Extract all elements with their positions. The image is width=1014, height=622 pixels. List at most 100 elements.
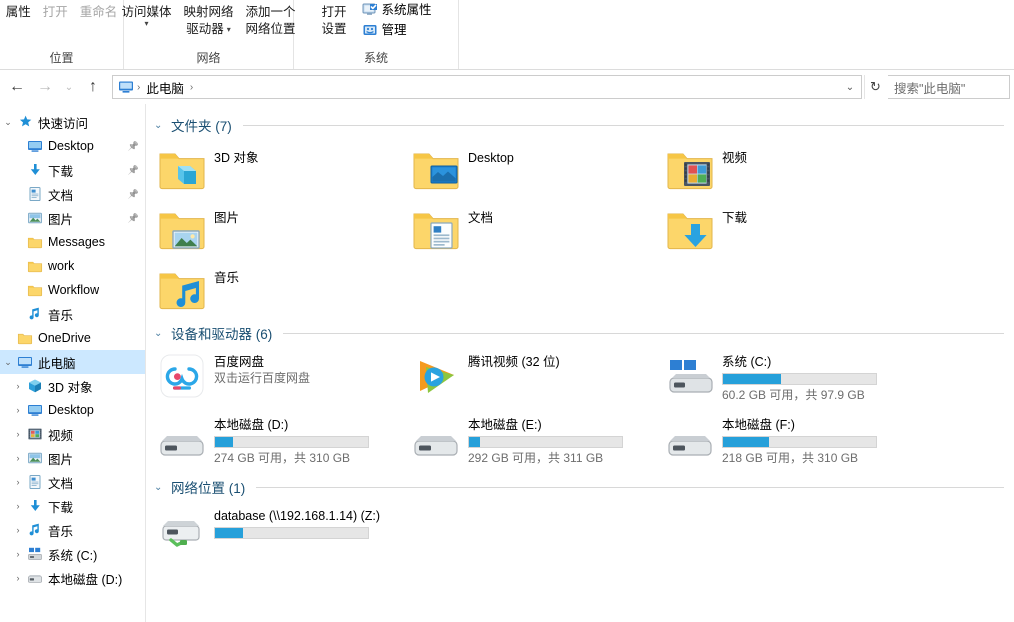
nav-item-label: Desktop bbox=[48, 139, 94, 153]
videos-icon bbox=[26, 426, 44, 442]
chevron-right-icon[interactable]: › bbox=[10, 525, 26, 535]
nav-item-i8[interactable]: 音乐 bbox=[0, 302, 145, 326]
chevron-down-icon[interactable]: ⌄ bbox=[154, 328, 166, 339]
nav-item-i3[interactable]: 文档 📌 bbox=[0, 182, 145, 206]
nav-item-label: 此电脑 bbox=[38, 356, 76, 371]
chevron-down-icon[interactable]: ⌄ bbox=[154, 482, 166, 493]
up-button[interactable]: ↑ bbox=[80, 74, 106, 100]
ribbon-button-system-properties[interactable]: 系统属性 bbox=[358, 0, 436, 20]
nav-item-work[interactable]: work bbox=[0, 254, 145, 278]
nav-item-workflow[interactable]: Workflow bbox=[0, 278, 145, 302]
file-explorer-window: 属性 打开 重命名 位置 访问媒体 ▾ 映射网络 驱动器 ▾ 添加一个 网络位置… bbox=[0, 0, 1014, 622]
drive-tile[interactable]: 本地磁盘 (F:) 218 GB 可用，共 310 GB bbox=[662, 409, 916, 472]
tile-subtext: 60.2 GB 可用，共 97.9 GB bbox=[722, 388, 865, 402]
tencent-video-icon bbox=[412, 352, 460, 400]
this-pc-icon bbox=[16, 354, 34, 370]
tile-body: 下载 bbox=[722, 204, 912, 226]
nav-item-3d[interactable]: › 3D 对象 bbox=[0, 374, 145, 398]
nav-item-i16[interactable]: › 下载 bbox=[0, 494, 145, 518]
chevron-right-icon[interactable]: › bbox=[10, 381, 26, 391]
search-input[interactable]: 搜索"此电脑" bbox=[888, 75, 1010, 99]
nav-item-messages[interactable]: Messages bbox=[0, 230, 145, 254]
nav-item-c[interactable]: › 系统 (C:) bbox=[0, 542, 145, 566]
folder-tile[interactable]: 图片 bbox=[154, 198, 408, 258]
breadcrumb-item-this-pc[interactable]: 此电脑 bbox=[142, 76, 188, 99]
folder-tile[interactable]: Desktop bbox=[408, 138, 662, 198]
nav-item-i10[interactable]: ⌄ 此电脑 bbox=[0, 350, 145, 374]
music-icon bbox=[26, 522, 44, 538]
chevron-down-icon[interactable]: ⌄ bbox=[154, 120, 166, 131]
group-header-devices-and-drives[interactable]: ⌄ 设备和驱动器 (6) bbox=[154, 322, 1014, 344]
group-title: 设备和驱动器 (6) bbox=[171, 327, 273, 342]
pictures-icon bbox=[26, 210, 44, 226]
recent-locations-button[interactable]: ⌄ bbox=[60, 74, 78, 100]
breadcrumb-separator[interactable]: › bbox=[188, 82, 195, 93]
this-pc-icon bbox=[117, 79, 135, 95]
nav-item-i14[interactable]: › 图片 bbox=[0, 446, 145, 470]
nav-item-label: 本地磁盘 (D:) bbox=[48, 572, 123, 587]
nav-item-desktop[interactable]: › Desktop bbox=[0, 398, 145, 422]
chevron-down-icon[interactable]: ⌄ bbox=[0, 357, 16, 368]
drive-tile[interactable]: database (\\192.168.1.14) (Z:) bbox=[154, 500, 408, 560]
pin-icon[interactable]: 📌 bbox=[128, 213, 139, 224]
folder-music-icon bbox=[158, 264, 206, 312]
folder-tile[interactable]: 视频 bbox=[662, 138, 916, 198]
nav-item-i17[interactable]: › 音乐 bbox=[0, 518, 145, 542]
nav-item-label: Messages bbox=[48, 235, 105, 249]
chevron-right-icon[interactable]: › bbox=[10, 573, 26, 583]
chevron-right-icon[interactable]: › bbox=[10, 453, 26, 463]
group-header-network-locations[interactable]: ⌄ 网络位置 (1) bbox=[154, 476, 1014, 498]
pin-icon[interactable]: 📌 bbox=[128, 189, 139, 200]
navigation-pane[interactable]: ⌄ 快速访问 Desktop 📌 下载 📌 文档 📌 图片 📌 Messages work Workfl… bbox=[0, 104, 146, 622]
drive-tile[interactable]: 系统 (C:) 60.2 GB 可用，共 97.9 GB bbox=[662, 346, 916, 409]
folder-tile[interactable]: 音乐 bbox=[154, 258, 408, 318]
folder-tile[interactable]: 3D 对象 bbox=[154, 138, 408, 198]
chevron-right-icon[interactable]: › bbox=[10, 405, 26, 415]
ribbon-button-add-network-location[interactable]: 添加一个 网络位置 bbox=[241, 2, 301, 40]
chevron-right-icon[interactable]: › bbox=[10, 429, 26, 439]
chevron-right-icon[interactable]: › bbox=[10, 549, 26, 559]
ribbon-button-open-settings[interactable]: 打开 设置 bbox=[316, 0, 351, 40]
nav-item-i13[interactable]: › 视频 bbox=[0, 422, 145, 446]
address-dropdown-button[interactable]: ⌄ bbox=[841, 82, 859, 93]
ribbon-button-map-network-drive[interactable]: 映射网络 驱动器 ▾ bbox=[179, 2, 239, 40]
group-rule bbox=[283, 332, 1004, 334]
content-view[interactable]: ⌄ 文件夹 (7) 3D 对象 Desktop 视频 图片 文档 下载 音乐 ⌄ 设备… bbox=[146, 104, 1014, 622]
app-tile[interactable]: 百度网盘 双击运行百度网盘 bbox=[154, 346, 408, 409]
downloads-icon bbox=[26, 498, 44, 514]
chevron-right-icon[interactable]: › bbox=[10, 477, 26, 487]
drive-tile[interactable]: 本地磁盘 (D:) 274 GB 可用，共 310 GB bbox=[154, 409, 408, 472]
back-button[interactable]: ← bbox=[4, 74, 30, 100]
app-tile[interactable]: 腾讯视频 (32 位) bbox=[408, 346, 662, 409]
ribbon-button-properties[interactable]: 属性 bbox=[1, 2, 36, 23]
tile-name: 系统 (C:) bbox=[722, 355, 772, 369]
ribbon-button-access-media[interactable]: 访问媒体 ▾ bbox=[116, 2, 176, 29]
nav-item-desktop[interactable]: Desktop 📌 bbox=[0, 134, 145, 158]
address-field[interactable]: › 此电脑 › ⌄ bbox=[112, 75, 862, 99]
ribbon-button-rename[interactable]: 重命名 bbox=[75, 2, 123, 23]
nav-item-i4[interactable]: 图片 📌 bbox=[0, 206, 145, 230]
nav-item-d[interactable]: › 本地磁盘 (D:) bbox=[0, 566, 145, 590]
ribbon-group-network-label: 网络 bbox=[196, 51, 221, 65]
drive-tile[interactable]: 本地磁盘 (E:) 292 GB 可用，共 311 GB bbox=[408, 409, 662, 472]
baidu-netdisk-icon bbox=[158, 352, 206, 400]
nav-item-i15[interactable]: › 文档 bbox=[0, 470, 145, 494]
folder-tile[interactable]: 文档 bbox=[408, 198, 662, 258]
group-header-folders[interactable]: ⌄ 文件夹 (7) bbox=[154, 114, 1014, 136]
ribbon-button-manage[interactable]: 管理 bbox=[358, 20, 436, 40]
chevron-down-icon[interactable]: ⌄ bbox=[0, 117, 16, 128]
nav-item-i2[interactable]: 下载 📌 bbox=[0, 158, 145, 182]
forward-button[interactable]: → bbox=[32, 74, 58, 100]
nav-item-onedrive[interactable]: OneDrive bbox=[0, 326, 145, 350]
pin-icon[interactable]: 📌 bbox=[128, 165, 139, 176]
tile-grid-devices-and-drives: 百度网盘 双击运行百度网盘 腾讯视频 (32 位) 系统 (C:) 60.2 GB … bbox=[154, 346, 1014, 472]
folder-pictures-icon bbox=[158, 204, 206, 252]
folder-tile[interactable]: 下载 bbox=[662, 198, 916, 258]
pin-icon[interactable]: 📌 bbox=[128, 141, 139, 152]
chevron-right-icon[interactable]: › bbox=[10, 501, 26, 511]
tile-name: 本地磁盘 (E:) bbox=[468, 418, 542, 432]
breadcrumb-separator: › bbox=[137, 81, 141, 93]
nav-item-i0[interactable]: ⌄ 快速访问 bbox=[0, 110, 145, 134]
refresh-button[interactable]: ↻ bbox=[864, 75, 886, 99]
ribbon-button-open[interactable]: 打开 bbox=[38, 2, 73, 23]
